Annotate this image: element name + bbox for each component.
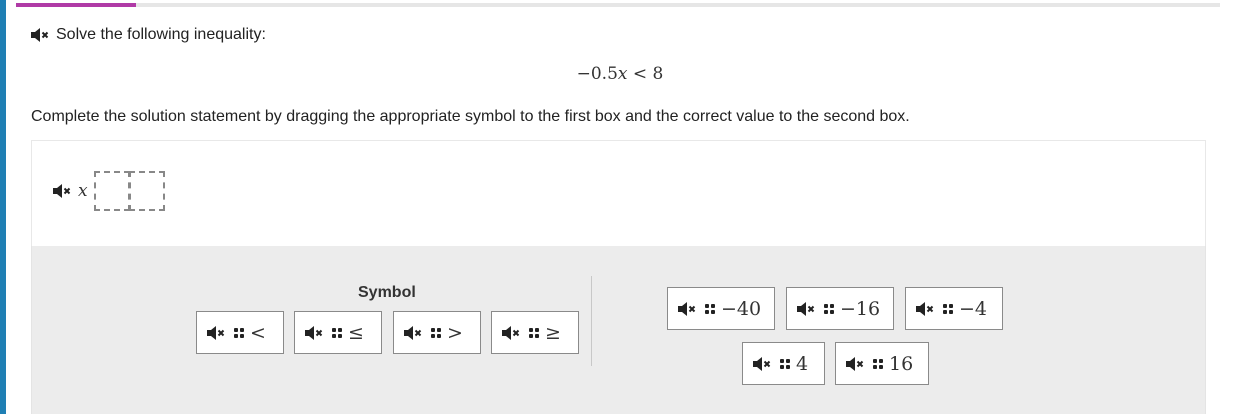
speaker-muted-icon[interactable] bbox=[677, 300, 697, 318]
drag-grip-icon[interactable] bbox=[943, 303, 953, 314]
drag-tray: Symbol < ≤ > ≥ −40 −16 −4 4 16 bbox=[31, 246, 1206, 414]
speaker-muted-icon[interactable] bbox=[52, 182, 74, 200]
drag-grip-icon[interactable] bbox=[705, 303, 715, 314]
solution-statement: x bbox=[52, 171, 165, 211]
speaker-muted-icon[interactable] bbox=[845, 355, 865, 373]
tile-value: ≤ bbox=[348, 321, 364, 344]
tile-value: < bbox=[250, 321, 266, 344]
value-tile[interactable]: 16 bbox=[835, 342, 929, 385]
value-drop-box[interactable] bbox=[128, 171, 165, 211]
symbol-group-heading: Symbol bbox=[358, 284, 416, 301]
tile-value: −40 bbox=[721, 297, 762, 320]
tile-value: > bbox=[447, 321, 463, 344]
answer-panel: x bbox=[31, 140, 1206, 248]
instruction-text: Complete the solution statement by dragg… bbox=[31, 108, 910, 125]
answer-variable: x bbox=[78, 181, 88, 201]
symbol-tile[interactable]: < bbox=[196, 311, 284, 354]
speaker-muted-icon[interactable] bbox=[915, 300, 935, 318]
inequality-variable: x bbox=[617, 64, 628, 84]
speaker-muted-icon[interactable] bbox=[30, 26, 52, 44]
inequality-expression: −0.5x < 8 bbox=[0, 64, 1240, 84]
tile-value: −4 bbox=[959, 297, 988, 320]
progress-bar bbox=[16, 3, 1220, 7]
tray-divider bbox=[591, 276, 592, 366]
symbol-tile[interactable]: ≥ bbox=[491, 311, 579, 354]
speaker-muted-icon[interactable] bbox=[796, 300, 816, 318]
prompt-text: Solve the following inequality: bbox=[56, 26, 266, 43]
value-tile[interactable]: 4 bbox=[742, 342, 825, 385]
tile-value: 16 bbox=[889, 352, 914, 375]
speaker-muted-icon[interactable] bbox=[752, 355, 772, 373]
progress-fill bbox=[16, 3, 137, 7]
tile-value: ≥ bbox=[545, 321, 561, 344]
inequality-coefficient: −0.5 bbox=[576, 64, 618, 84]
drag-grip-icon[interactable] bbox=[780, 358, 790, 369]
prompt-row: Solve the following inequality: bbox=[30, 26, 266, 44]
symbol-tile[interactable]: ≤ bbox=[294, 311, 382, 354]
value-tile[interactable]: −40 bbox=[667, 287, 775, 330]
drag-grip-icon[interactable] bbox=[529, 327, 539, 338]
tile-value: 4 bbox=[796, 352, 809, 375]
drag-grip-icon[interactable] bbox=[332, 327, 342, 338]
speaker-muted-icon[interactable] bbox=[501, 324, 521, 342]
speaker-muted-icon[interactable] bbox=[403, 324, 423, 342]
drag-grip-icon[interactable] bbox=[824, 303, 834, 314]
drag-grip-icon[interactable] bbox=[234, 327, 244, 338]
symbol-tile[interactable]: > bbox=[393, 311, 481, 354]
speaker-muted-icon[interactable] bbox=[206, 324, 226, 342]
symbol-drop-box[interactable] bbox=[93, 171, 130, 211]
inequality-rest: < 8 bbox=[627, 64, 664, 84]
drag-grip-icon[interactable] bbox=[431, 327, 441, 338]
tile-value: −16 bbox=[840, 297, 881, 320]
drag-grip-icon[interactable] bbox=[873, 358, 883, 369]
value-tile[interactable]: −16 bbox=[786, 287, 894, 330]
value-tile[interactable]: −4 bbox=[905, 287, 1003, 330]
speaker-muted-icon[interactable] bbox=[304, 324, 324, 342]
left-accent-bar bbox=[0, 0, 6, 414]
